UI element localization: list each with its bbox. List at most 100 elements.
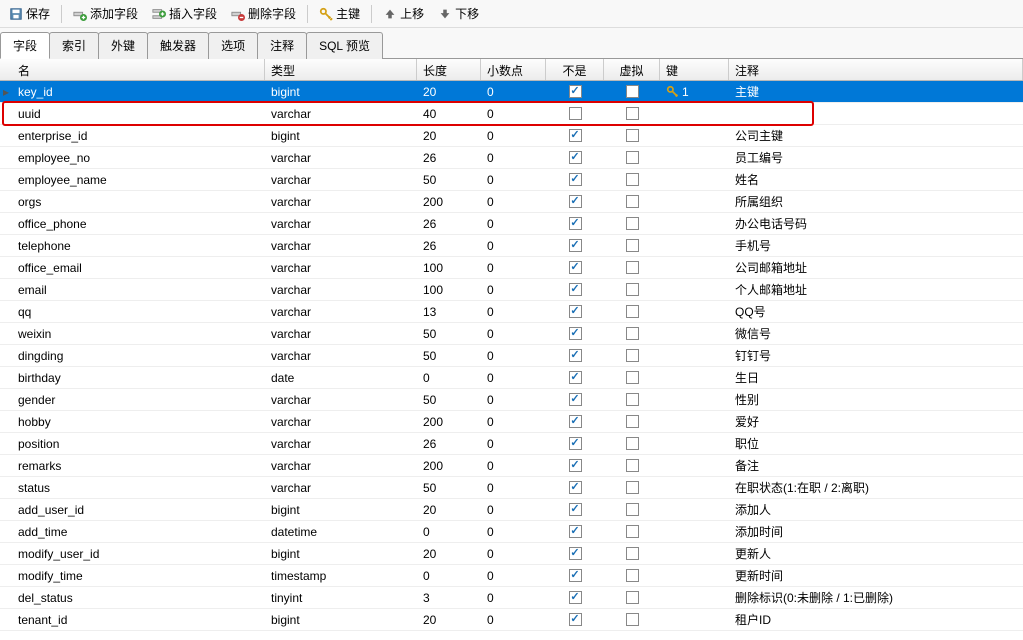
cell-name[interactable]: modify_time (12, 567, 265, 585)
cell-key[interactable] (660, 222, 729, 226)
cell-length[interactable]: 50 (417, 391, 481, 409)
cell-decimals[interactable]: 0 (481, 457, 546, 475)
header-type[interactable]: 类型 (265, 59, 417, 80)
cell-key[interactable] (660, 156, 729, 160)
checkbox[interactable] (569, 305, 582, 318)
cell-comment[interactable]: 微信号 (729, 323, 1023, 344)
cell-not-null[interactable] (546, 105, 604, 122)
cell-length[interactable]: 20 (417, 611, 481, 629)
cell-virtual[interactable] (604, 457, 660, 474)
cell-name[interactable]: enterprise_id (12, 127, 265, 145)
cell-key[interactable] (660, 112, 729, 116)
cell-not-null[interactable] (546, 479, 604, 496)
cell-comment[interactable]: 手机号 (729, 235, 1023, 256)
table-row[interactable]: orgsvarchar2000所属组织 (0, 191, 1023, 213)
cell-comment[interactable]: 职位 (729, 433, 1023, 454)
checkbox[interactable] (569, 107, 582, 120)
cell-type[interactable]: varchar (265, 215, 417, 233)
cell-not-null[interactable] (546, 281, 604, 298)
cell-key[interactable] (660, 376, 729, 380)
cell-length[interactable]: 100 (417, 259, 481, 277)
cell-key[interactable] (660, 134, 729, 138)
checkbox[interactable] (626, 327, 639, 340)
checkbox[interactable] (569, 85, 582, 98)
cell-type[interactable]: varchar (265, 413, 417, 431)
move-down-button[interactable]: 下移 (432, 3, 485, 24)
cell-comment[interactable]: 钉钉号 (729, 345, 1023, 366)
cell-not-null[interactable] (546, 567, 604, 584)
cell-not-null[interactable] (546, 457, 604, 474)
table-row[interactable]: tenant_idbigint200租户ID (0, 609, 1023, 631)
table-row[interactable]: dingdingvarchar500钉钉号 (0, 345, 1023, 367)
checkbox[interactable] (569, 349, 582, 362)
header-key[interactable]: 键 (660, 59, 729, 80)
cell-name[interactable]: orgs (12, 193, 265, 211)
cell-type[interactable]: bigint (265, 501, 417, 519)
cell-virtual[interactable] (604, 545, 660, 562)
checkbox[interactable] (626, 569, 639, 582)
checkbox[interactable] (569, 591, 582, 604)
checkbox[interactable] (569, 327, 582, 340)
tab-3[interactable]: 触发器 (147, 32, 209, 59)
checkbox[interactable] (569, 173, 582, 186)
cell-decimals[interactable]: 0 (481, 567, 546, 585)
header-name[interactable]: 名 (12, 59, 265, 80)
cell-virtual[interactable] (604, 105, 660, 122)
cell-decimals[interactable]: 0 (481, 611, 546, 629)
checkbox[interactable] (569, 283, 582, 296)
cell-name[interactable]: key_id (12, 83, 265, 101)
cell-virtual[interactable] (604, 303, 660, 320)
cell-decimals[interactable]: 0 (481, 347, 546, 365)
cell-virtual[interactable] (604, 413, 660, 430)
cell-decimals[interactable]: 0 (481, 237, 546, 255)
cell-key[interactable] (660, 178, 729, 182)
cell-length[interactable]: 200 (417, 457, 481, 475)
cell-name[interactable]: weixin (12, 325, 265, 343)
cell-virtual[interactable] (604, 501, 660, 518)
cell-comment[interactable]: 个人邮箱地址 (729, 279, 1023, 300)
cell-type[interactable]: timestamp (265, 567, 417, 585)
cell-decimals[interactable]: 0 (481, 215, 546, 233)
cell-type[interactable]: varchar (265, 105, 417, 123)
table-row[interactable]: employee_namevarchar500姓名 (0, 169, 1023, 191)
checkbox[interactable] (569, 415, 582, 428)
cell-length[interactable]: 200 (417, 193, 481, 211)
header-length[interactable]: 长度 (417, 59, 481, 80)
cell-length[interactable]: 40 (417, 105, 481, 123)
cell-key[interactable] (660, 552, 729, 556)
checkbox[interactable] (569, 569, 582, 582)
cell-key[interactable] (660, 398, 729, 402)
insert-field-button[interactable]: 插入字段 (146, 3, 223, 24)
table-row[interactable]: weixinvarchar500微信号 (0, 323, 1023, 345)
cell-virtual[interactable] (604, 567, 660, 584)
cell-name[interactable]: office_phone (12, 215, 265, 233)
cell-virtual[interactable] (604, 435, 660, 452)
checkbox[interactable] (626, 591, 639, 604)
cell-comment[interactable]: 性别 (729, 389, 1023, 410)
table-row[interactable]: enterprise_idbigint200公司主键 (0, 125, 1023, 147)
checkbox[interactable] (569, 129, 582, 142)
cell-length[interactable]: 200 (417, 413, 481, 431)
cell-name[interactable]: dingding (12, 347, 265, 365)
checkbox[interactable] (626, 459, 639, 472)
cell-decimals[interactable]: 0 (481, 171, 546, 189)
cell-key[interactable] (660, 200, 729, 204)
cell-virtual[interactable] (604, 193, 660, 210)
cell-decimals[interactable]: 0 (481, 369, 546, 387)
checkbox[interactable] (626, 547, 639, 560)
cell-virtual[interactable] (604, 83, 660, 100)
add-field-button[interactable]: 添加字段 (67, 3, 144, 24)
checkbox[interactable] (626, 503, 639, 516)
cell-key[interactable] (660, 574, 729, 578)
cell-key[interactable] (660, 244, 729, 248)
cell-name[interactable]: tenant_id (12, 611, 265, 629)
cell-comment[interactable]: 更新时间 (729, 565, 1023, 586)
table-row[interactable]: qqvarchar130QQ号 (0, 301, 1023, 323)
checkbox[interactable] (626, 525, 639, 538)
cell-comment[interactable]: 办公电话号码 (729, 213, 1023, 234)
checkbox[interactable] (626, 481, 639, 494)
cell-not-null[interactable] (546, 391, 604, 408)
cell-comment[interactable]: 爱好 (729, 411, 1023, 432)
table-row[interactable]: add_user_idbigint200添加人 (0, 499, 1023, 521)
tab-5[interactable]: 注释 (257, 32, 307, 59)
